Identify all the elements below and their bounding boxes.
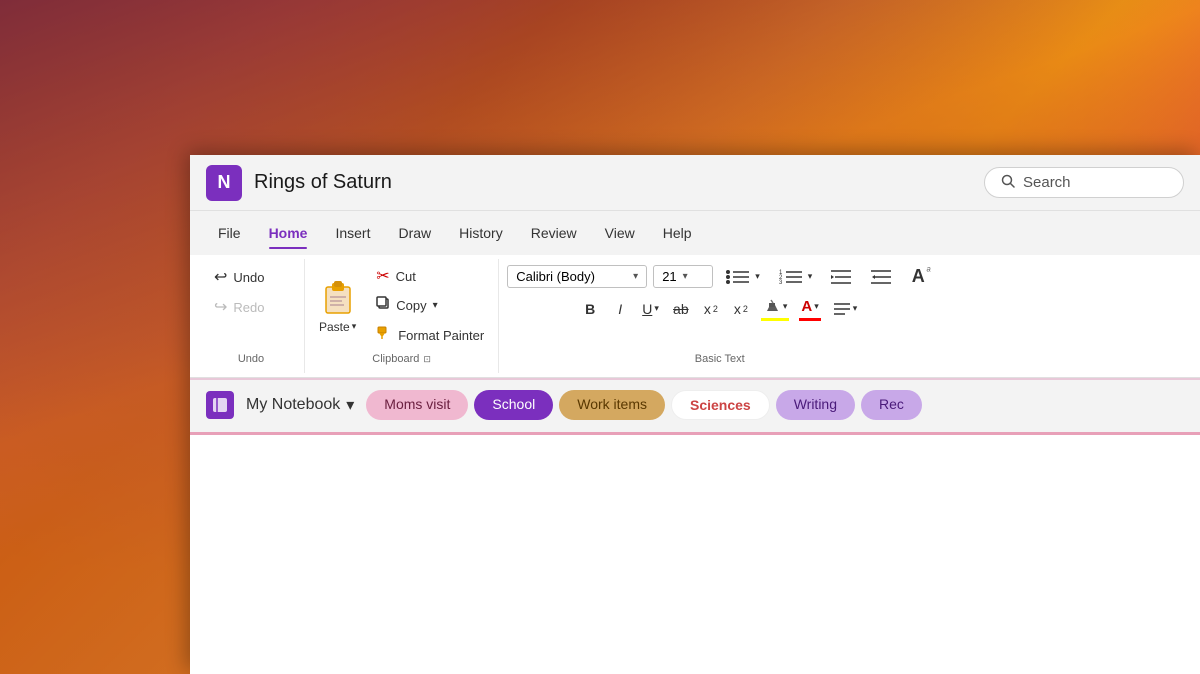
undo-group-content: ↩ Undo ↪ Redo [206, 263, 296, 349]
app-window: N Rings of Saturn Search File Home Inser… [190, 155, 1200, 674]
menu-bar: File Home Insert Draw History Review Vie… [190, 211, 1200, 255]
menu-home[interactable]: Home [257, 219, 320, 247]
clipboard-group-content: Paste ▾ ✂ Cut [313, 263, 490, 349]
paste-label: Paste ▾ [319, 320, 356, 334]
notebook-bar: My Notebook ▾ Moms visit School Work ite… [190, 378, 1200, 430]
page-title: Rings of Saturn [254, 171, 972, 194]
basic-text-group-label: Basic Text [507, 353, 932, 369]
tab-rec[interactable]: Rec [861, 390, 922, 420]
align-chevron: ▾ [853, 303, 858, 314]
font-color-indicator [799, 318, 820, 321]
superscript-button[interactable]: x2 [727, 298, 755, 320]
font-family-label: Calibri (Body) [516, 269, 627, 284]
font-group-content: Calibri (Body) ▾ 21 ▾ [507, 263, 932, 349]
ribbon-group-font: Calibri (Body) ▾ 21 ▾ [499, 259, 940, 373]
svg-text:3: 3 [779, 280, 783, 286]
menu-insert[interactable]: Insert [323, 219, 382, 247]
cut-button[interactable]: ✂ Cut [370, 263, 490, 289]
menu-view[interactable]: View [593, 219, 647, 247]
subscript-button[interactable]: x2 [697, 298, 725, 320]
notebook-dropdown-icon: ▾ [346, 395, 354, 415]
font-family-chevron: ▾ [633, 271, 638, 282]
font-size-chevron: ▾ [683, 271, 688, 282]
underline-label: U [642, 301, 652, 317]
notebook-icon [206, 391, 234, 419]
search-box[interactable]: Search [984, 167, 1184, 198]
font-color-button[interactable]: A ▾ [795, 295, 824, 323]
menu-help[interactable]: Help [651, 219, 704, 247]
italic-button[interactable]: I [606, 298, 634, 320]
cut-icon: ✂ [376, 266, 389, 286]
bold-button[interactable]: B [576, 298, 604, 320]
undo-group-label: Undo [206, 353, 296, 369]
paste-icon [322, 279, 354, 320]
format-painter-label: Format Painter [398, 328, 484, 343]
tab-sciences[interactable]: Sciences [671, 390, 770, 420]
clipboard-actions: ✂ Cut Copy ▾ [370, 263, 490, 349]
paste-button[interactable]: Paste ▾ [313, 275, 362, 338]
tab-writing[interactable]: Writing [776, 390, 855, 420]
text-style-button[interactable]: A ᵃ [904, 263, 932, 290]
clipboard-expand-icon[interactable]: ⊡ [423, 354, 431, 365]
bullet-list-button[interactable]: ▾ [719, 264, 766, 290]
bullet-list-chevron: ▾ [755, 271, 760, 282]
ribbon-group-clipboard: Paste ▾ ✂ Cut [305, 259, 499, 373]
numbered-list-button[interactable]: 1 2 3 ▾ [772, 264, 819, 290]
format-painter-button[interactable]: Format Painter [370, 322, 490, 349]
onenote-logo: N [206, 165, 242, 201]
undo-button[interactable]: ↩ Undo [206, 263, 296, 291]
search-icon [1001, 174, 1015, 191]
format-painter-icon [376, 325, 392, 346]
paste-dropdown-icon: ▾ [352, 321, 357, 332]
menu-draw[interactable]: Draw [386, 219, 443, 247]
content-area[interactable] [190, 432, 1200, 674]
title-bar: N Rings of Saturn Search [190, 155, 1200, 211]
tab-moms-visit[interactable]: Moms visit [366, 390, 468, 420]
cut-label: Cut [396, 269, 416, 284]
copy-label: Copy [396, 298, 426, 313]
menu-review[interactable]: Review [519, 219, 589, 247]
redo-button[interactable]: ↪ Redo [206, 293, 296, 321]
increase-indent-button[interactable] [824, 265, 858, 289]
copy-dropdown: ▾ [433, 300, 438, 311]
search-label: Search [1023, 174, 1071, 191]
redo-label: Redo [233, 300, 264, 315]
paragraph-align-button[interactable]: ▾ [827, 298, 864, 320]
highlight-color [761, 318, 790, 321]
decrease-indent-button[interactable] [864, 265, 898, 289]
tab-school[interactable]: School [474, 390, 553, 420]
font-row-1: Calibri (Body) ▾ 21 ▾ [507, 263, 932, 290]
redo-icon: ↪ [214, 297, 227, 317]
highlight-button[interactable]: ▾ [757, 294, 794, 323]
menu-history[interactable]: History [447, 219, 515, 247]
font-color-chevron: ▾ [814, 301, 819, 312]
formatting-row: B I U ▾ ab x2 x2 [576, 294, 863, 323]
undo-icon: ↩ [214, 267, 227, 287]
ribbon-group-undo: ↩ Undo ↪ Redo Undo [198, 259, 305, 373]
numbered-list-chevron: ▾ [808, 271, 813, 282]
tab-work-items[interactable]: Work items [559, 390, 665, 420]
font-family-selector[interactable]: Calibri (Body) ▾ [507, 265, 647, 288]
menu-file[interactable]: File [206, 219, 253, 247]
strikethrough-button[interactable]: ab [667, 298, 695, 320]
undo-label: Undo [233, 270, 264, 285]
copy-icon [376, 296, 390, 315]
font-size-selector[interactable]: 21 ▾ [653, 265, 713, 288]
notebook-title[interactable]: My Notebook ▾ [246, 395, 354, 415]
underline-chevron: ▾ [654, 303, 659, 314]
highlight-chevron: ▾ [783, 301, 788, 312]
underline-button[interactable]: U ▾ [636, 298, 665, 320]
clipboard-group-label: Clipboard ⊡ [313, 353, 490, 369]
copy-button[interactable]: Copy ▾ [370, 293, 490, 318]
font-size-label: 21 [662, 269, 676, 284]
strikethrough-label: ab [673, 301, 689, 317]
notebook-tabs: Moms visit School Work items Sciences Wr… [366, 390, 1184, 420]
ribbon: ↩ Undo ↪ Redo Undo [190, 255, 1200, 378]
